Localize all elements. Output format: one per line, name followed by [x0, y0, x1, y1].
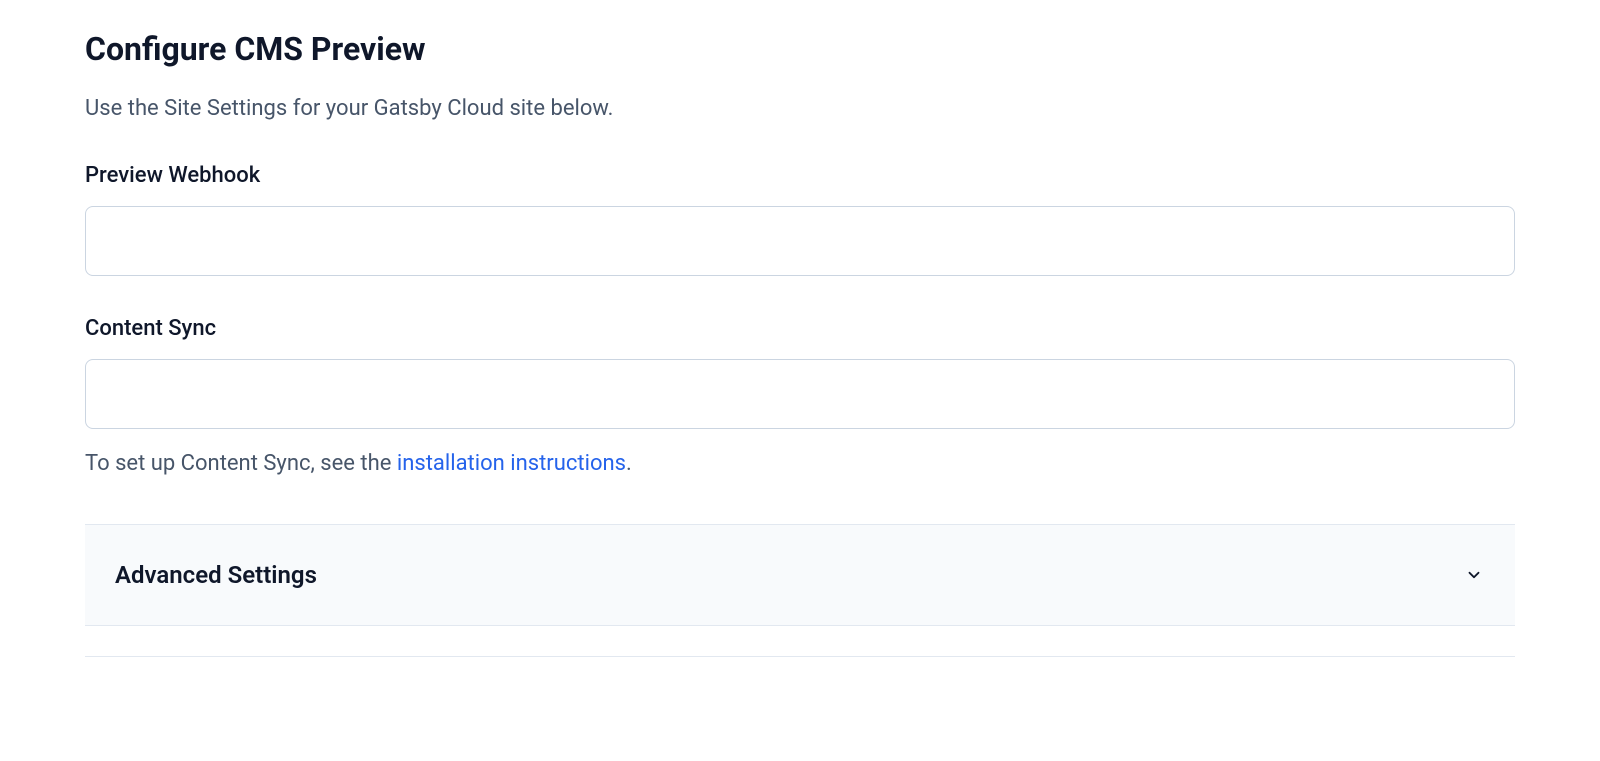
helper-suffix: . — [626, 451, 632, 476]
preview-webhook-field-group: Preview Webhook — [85, 163, 1515, 276]
advanced-settings-accordion[interactable]: Advanced Settings — [85, 525, 1515, 626]
content-sync-label: Content Sync — [85, 316, 1515, 341]
preview-webhook-input[interactable] — [85, 206, 1515, 276]
bottom-divider — [85, 656, 1515, 657]
page-title: Configure CMS Preview — [85, 30, 1515, 68]
helper-prefix: To set up Content Sync, see the — [85, 451, 397, 476]
preview-webhook-label: Preview Webhook — [85, 163, 1515, 188]
chevron-down-icon — [1463, 564, 1485, 586]
installation-instructions-link[interactable]: installation instructions — [397, 451, 626, 476]
content-sync-field-group: Content Sync To set up Content Sync, see… — [85, 316, 1515, 476]
content-sync-helper: To set up Content Sync, see the installa… — [85, 451, 1515, 476]
advanced-settings-label: Advanced Settings — [115, 561, 317, 589]
content-sync-input[interactable] — [85, 359, 1515, 429]
page-subtitle: Use the Site Settings for your Gatsby Cl… — [85, 96, 1515, 121]
